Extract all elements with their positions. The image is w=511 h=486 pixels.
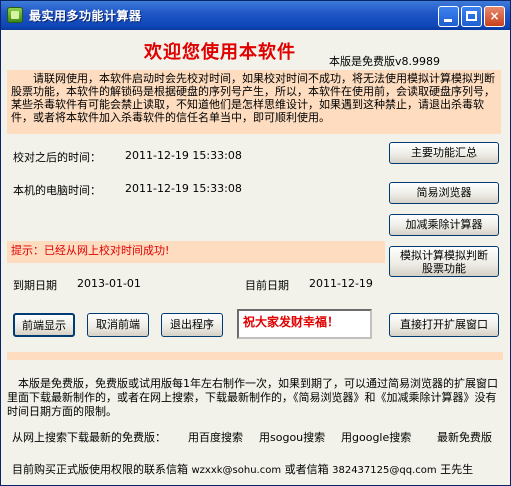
app-window: 最实用多功能计算器 × 欢迎您使用本软件 本版是免费版v8.9989 请联网使用… xyxy=(0,0,511,486)
window-title: 最实用多功能计算器 xyxy=(29,9,142,23)
welcome-heading: 欢迎您使用本软件 xyxy=(144,42,296,63)
simple-browser-button[interactable]: 简易浏览器 xyxy=(389,182,499,204)
baidu-search-link[interactable]: 用百度搜索 xyxy=(188,429,243,445)
contact-middle: 或者信箱 xyxy=(284,463,329,476)
calculator-button[interactable]: 加减乘除计算器 xyxy=(389,214,499,236)
open-extended-window-button[interactable]: 直接打开扩展窗口 xyxy=(389,313,499,337)
local-time-label: 本机的电脑时间： xyxy=(13,184,101,197)
show-front-button[interactable]: 前端显示 xyxy=(13,313,75,337)
version-label: 本版是免费版v8.9989 xyxy=(329,55,440,68)
greeting-textbox[interactable]: 祝大家发财幸福！ xyxy=(237,309,372,339)
contact-name: 王先生 xyxy=(440,463,474,476)
maximize-button[interactable] xyxy=(461,6,482,27)
calibrated-time-value: 2011-12-19 15:33:08 xyxy=(125,149,242,162)
google-search-link[interactable]: 用google搜索 xyxy=(341,429,411,445)
local-time-value: 2011-12-19 15:33:08 xyxy=(125,182,242,195)
minimize-icon xyxy=(444,19,452,22)
version-info: 本版是免费版，免费版或试用版每1年左右制作一次，如果到期了，可以通过简易浏览器的… xyxy=(7,377,498,418)
exit-button[interactable]: 退出程序 xyxy=(161,313,223,337)
contact-prefix: 目前购买正式版使用权限的联系信箱 xyxy=(12,463,188,476)
latest-free-version-link[interactable]: 最新免费版 xyxy=(437,429,492,445)
close-button[interactable]: × xyxy=(484,6,505,27)
calibration-status: 提示：已经从网上校对时间成功! xyxy=(7,241,385,263)
stock-simulation-label-line1: 模拟计算模拟判断 xyxy=(400,249,488,262)
expire-date-value: 2013-01-01 xyxy=(77,277,141,290)
app-icon xyxy=(7,7,23,23)
stock-simulation-label-line2: 股票功能 xyxy=(422,262,466,275)
current-date-value: 2011-12-19 xyxy=(309,277,373,290)
sogou-search-link[interactable]: 用sogou搜索 xyxy=(259,429,325,445)
main-features-button[interactable]: 主要功能汇总 xyxy=(389,142,499,164)
expire-date-label: 到期日期 xyxy=(13,279,57,292)
minimize-button[interactable] xyxy=(438,6,459,27)
search-download-label: 从网上搜索下载最新的免费版： xyxy=(12,431,166,444)
stock-simulation-button[interactable]: 模拟计算模拟判断 股票功能 xyxy=(389,246,499,277)
title-bar[interactable]: 最实用多功能计算器 × xyxy=(1,1,510,30)
usage-notice: 请联网使用，本软件启动时会先校对时间，如果校对时间不成功，将无法使用模拟计算模拟… xyxy=(7,70,501,134)
section-divider xyxy=(7,352,503,360)
cancel-front-button[interactable]: 取消前端 xyxy=(87,313,149,337)
maximize-icon xyxy=(466,11,477,21)
contact-email-sohu: wzxxk@sohu.com xyxy=(191,465,282,476)
current-date-label: 目前日期 xyxy=(245,279,289,292)
contact-line: 目前购买正式版使用权限的联系信箱 wzxxk@sohu.com 或者信箱 382… xyxy=(12,461,473,477)
contact-email-qq: 382437125@qq.com xyxy=(332,465,437,476)
calibrated-time-label: 校对之后的时间： xyxy=(13,151,101,164)
